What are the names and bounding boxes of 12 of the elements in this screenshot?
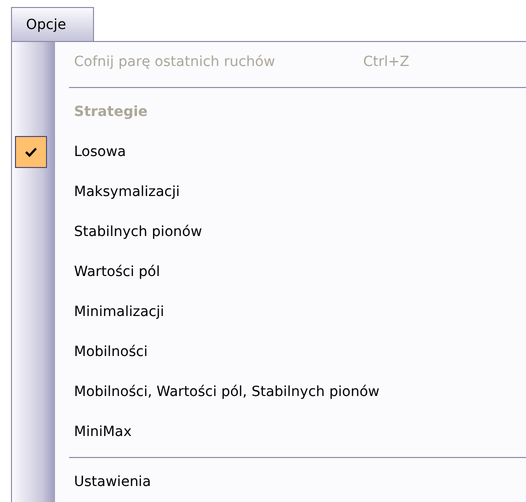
menu-item[interactable]: Stabilnych pionów: [55, 224, 202, 240]
menu-tab[interactable]: Opcje: [11, 7, 94, 41]
menu-item[interactable]: MiniMax: [55, 424, 132, 440]
menu-item[interactable]: Wartości pól: [55, 264, 160, 280]
menu-item[interactable]: Ustawienia: [55, 474, 151, 490]
menu-item[interactable]: Losowa: [55, 144, 126, 160]
menu-item[interactable]: Mobilności, Wartości pól, Stabilnych pionów: [55, 384, 380, 400]
menu-item[interactable]: Minimalizacji: [55, 304, 164, 320]
menu-item[interactable]: Maksymalizacji: [55, 184, 180, 200]
menu-group-header: Strategie: [73, 104, 148, 120]
menu-item[interactable]: Mobilności: [55, 344, 148, 360]
shortcut-label: Ctrl+Z: [363, 54, 410, 70]
